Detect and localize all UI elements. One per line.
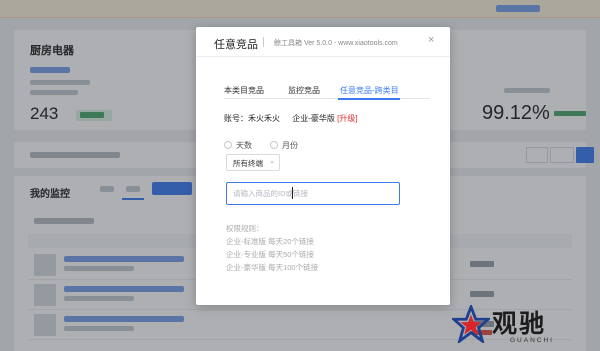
rule-line: 企业-标准版 每天20个链接 (226, 237, 314, 246)
radio-days-label: 天数 (236, 141, 252, 150)
tab-same-category[interactable]: 本类目竞品 (224, 85, 264, 96)
radio-days[interactable]: 天数 (224, 140, 252, 150)
account-info: 账号：禾火禾火 企业-豪华版 [升级] (224, 113, 358, 124)
watermark-subtext: GUANCHI (510, 337, 554, 344)
active-tab-underline (338, 98, 400, 100)
close-icon[interactable]: × (428, 34, 434, 46)
radio-months-label: 月份 (282, 141, 298, 150)
account-name: 账号：禾火禾火 (224, 114, 280, 123)
radio-months[interactable]: 月份 (270, 140, 298, 150)
terminal-select[interactable]: 所有终端 ⌄ (226, 154, 280, 171)
competitor-modal: 任意竞品 鲸工具箱 Ver 5.0.0 - www.xiaotools.com … (196, 27, 450, 305)
rules-title: 权限规则： (226, 224, 264, 233)
product-search-input[interactable] (226, 182, 400, 205)
edition-label: 企业-豪华版 (292, 114, 335, 123)
rule-line: 企业-豪华版 每天100个链接 (226, 263, 319, 272)
tab-any-cross-category[interactable]: 任意竞品-跨类目 (340, 85, 399, 96)
upgrade-link[interactable]: [升级] (337, 114, 357, 123)
star-logo-icon (452, 305, 490, 343)
chevron-down-icon: ⌄ (269, 158, 275, 165)
modal-header: 任意竞品 鲸工具箱 Ver 5.0.0 - www.xiaotools.com … (196, 27, 450, 57)
header-separator (263, 37, 264, 47)
radio-circle-icon (270, 141, 278, 149)
guanchi-watermark: 观驰 GUANCHI (452, 304, 600, 351)
watermark-text: 观驰 (492, 309, 547, 338)
terminal-select-value: 所有终端 (233, 159, 263, 168)
radio-circle-icon (224, 141, 232, 149)
modal-tabs: 本类目竞品 监控竞品 任意竞品-跨类目 (224, 85, 430, 100)
modal-subtitle: 鲸工具箱 Ver 5.0.0 - www.xiaotools.com (274, 40, 398, 47)
tab-monitored[interactable]: 监控竞品 (288, 85, 320, 96)
text-cursor-icon (292, 187, 293, 199)
modal-title: 任意竞品 (214, 39, 258, 51)
rule-line: 企业-专业版 每天50个链接 (226, 250, 314, 259)
